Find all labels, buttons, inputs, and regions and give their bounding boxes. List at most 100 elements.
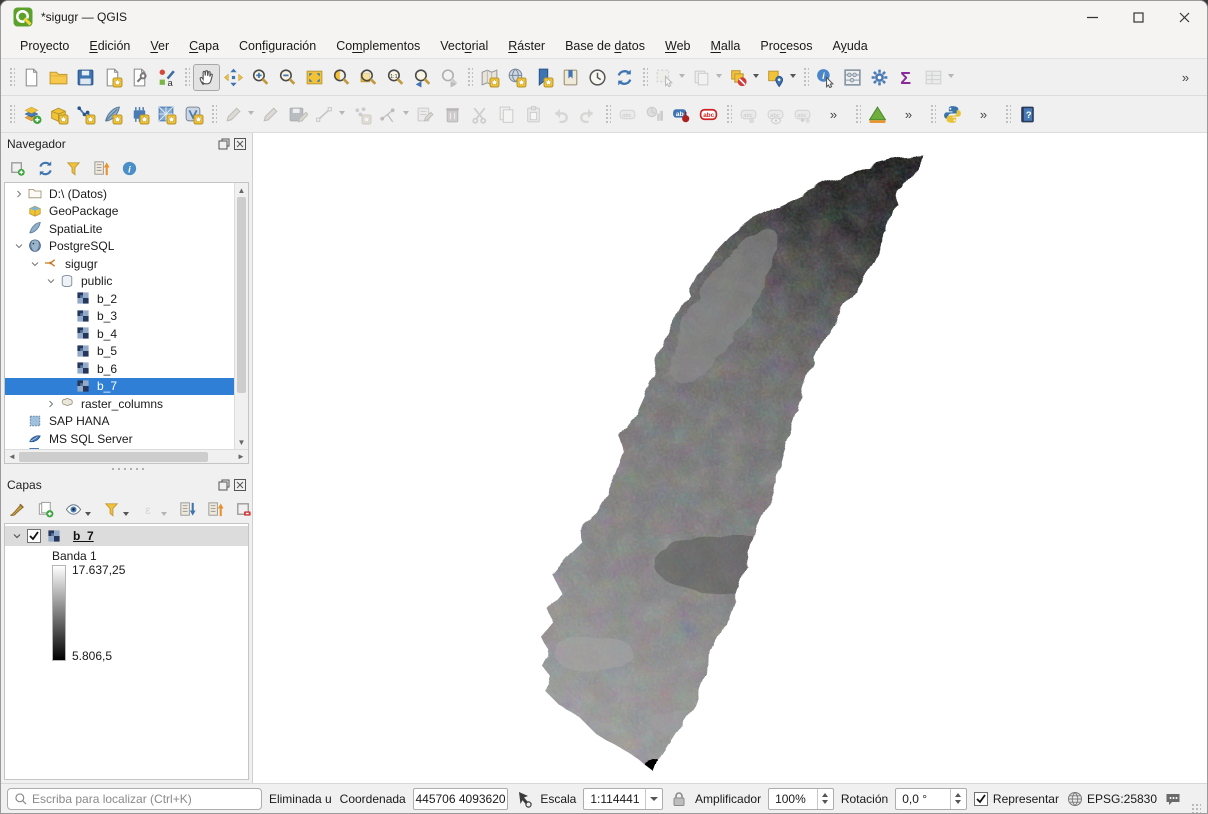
temporal-controller-button[interactable]	[584, 64, 611, 91]
toolbar-grip[interactable]	[1004, 103, 1011, 125]
tree-item-b-3[interactable]: b_3	[5, 308, 234, 326]
scale-combobox[interactable]: 1:114441	[583, 788, 663, 810]
layer-name[interactable]: b_7	[73, 529, 94, 543]
chevron-down-icon[interactable]	[339, 111, 345, 115]
deselect-all-button[interactable]	[725, 64, 752, 91]
new-shapefile-layer-button[interactable]	[72, 101, 99, 128]
dock-splitter[interactable]	[1, 464, 252, 474]
chevron-down-icon[interactable]	[403, 111, 409, 115]
tree-item-b-4[interactable]: b_4	[5, 325, 234, 343]
tree-expand-arrow[interactable]	[27, 256, 43, 272]
browser-vscrollbar[interactable]: ▲ ▼	[234, 183, 248, 449]
add-selected-layers-button[interactable]	[5, 157, 29, 181]
messages-icon[interactable]	[1164, 790, 1182, 808]
tree-item-sap-hana[interactable]: SAP HANA	[5, 413, 234, 431]
identify-features-button[interactable]: i	[812, 64, 839, 91]
chevron-down-icon[interactable]	[716, 74, 722, 78]
coordinate-field[interactable]: 445706 4093620	[413, 788, 509, 810]
tree-item-b-5[interactable]: b_5	[5, 343, 234, 361]
toolbar-grip[interactable]	[604, 103, 611, 125]
zoom-native-resolution-button[interactable]: 1:1	[382, 64, 409, 91]
menu-base-de-datos[interactable]: Base de datos	[556, 36, 654, 56]
layer-expand-arrow[interactable]	[9, 528, 25, 544]
chevron-down-icon[interactable]	[248, 111, 254, 115]
new-mesh-layer-button[interactable]	[153, 101, 180, 128]
menu-vectorial[interactable]: Vectorial	[431, 36, 497, 56]
toolbar-grip[interactable]	[210, 103, 217, 125]
layout-manager-button[interactable]	[126, 64, 153, 91]
tree-item-ms-sql-server[interactable]: MS SQL Server	[5, 430, 234, 448]
render-checkbox[interactable]: Representar	[974, 792, 1059, 806]
zoom-in-button[interactable]	[247, 64, 274, 91]
tree-item-sigugr[interactable]: sigugr	[5, 255, 234, 273]
open-project-button[interactable]	[45, 64, 72, 91]
tree-item-geopackage[interactable]: GeoPackage	[5, 203, 234, 221]
spin-buttons[interactable]	[817, 789, 833, 809]
grass-overflow[interactable]: »	[895, 101, 922, 128]
menu-ver[interactable]: Ver	[141, 36, 178, 56]
zoom-to-selection-button[interactable]	[328, 64, 355, 91]
label-toolbar-overflow[interactable]: »	[820, 101, 847, 128]
layer-labeling-single-button[interactable]: abc	[695, 101, 722, 128]
toolbar-grip[interactable]	[854, 103, 861, 125]
layer-labeling-button[interactable]: ab	[668, 101, 695, 128]
pan-map-button[interactable]	[193, 64, 220, 91]
chevron-down-icon[interactable]	[790, 74, 796, 78]
expand-all-button[interactable]	[175, 498, 199, 522]
new-geopackage-layer-button[interactable]	[45, 101, 72, 128]
zoom-to-layer-button[interactable]	[355, 64, 382, 91]
chevron-down-icon[interactable]	[753, 74, 759, 78]
close-panel-icon[interactable]	[234, 479, 246, 491]
lock-scale-icon[interactable]	[670, 790, 688, 808]
locator-searchbox[interactable]	[7, 788, 262, 810]
python-console-button[interactable]	[939, 101, 966, 128]
maximize-button[interactable]	[1115, 1, 1161, 33]
menu-r-ster[interactable]: Ráster	[499, 36, 554, 56]
menu-procesos[interactable]: Procesos	[751, 36, 821, 56]
new-spatial-bookmark-button[interactable]	[530, 64, 557, 91]
chevron-down-icon[interactable]	[161, 512, 167, 516]
tree-item-d-datos-[interactable]: D:\ (Datos)	[5, 185, 234, 203]
remove-layer-button[interactable]	[231, 498, 255, 522]
chevron-down-icon[interactable]	[85, 512, 91, 516]
map-canvas[interactable]	[253, 133, 1207, 783]
tree-expand-arrow[interactable]	[11, 186, 27, 202]
open-layer-styling-button[interactable]	[5, 498, 29, 522]
refresh-map-button[interactable]	[611, 64, 638, 91]
close-button[interactable]	[1161, 1, 1207, 33]
chevron-down-icon[interactable]	[645, 789, 662, 809]
chevron-down-icon[interactable]	[679, 74, 685, 78]
show-bookmarks-button[interactable]	[557, 64, 584, 91]
layer-visibility-checkbox[interactable]	[27, 529, 41, 543]
menu-proyecto[interactable]: Proyecto	[11, 36, 78, 56]
toolbar-grip[interactable]	[929, 103, 936, 125]
rotation-spinbox[interactable]: 0,0 °	[895, 788, 967, 810]
new-gpx-layer-button[interactable]	[180, 101, 207, 128]
style-manager-button[interactable]: a	[153, 64, 180, 91]
toolbar-grip[interactable]	[641, 66, 648, 88]
manage-map-themes-button[interactable]	[61, 498, 85, 522]
zoom-full-extent-button[interactable]	[301, 64, 328, 91]
menu-malla[interactable]: Malla	[701, 36, 749, 56]
menu-complementos[interactable]: Complementos	[327, 36, 429, 56]
layer-item-b7[interactable]: b_7	[5, 526, 248, 546]
filter-legend-button[interactable]	[99, 498, 123, 522]
processing-toolbox-button[interactable]	[866, 64, 893, 91]
new-spatialite-layer-button[interactable]	[99, 101, 126, 128]
toolbar-grip[interactable]	[8, 103, 15, 125]
tree-expand-arrow[interactable]	[43, 396, 59, 412]
tree-expand-arrow[interactable]	[11, 238, 27, 254]
toolbar-grip[interactable]	[725, 103, 732, 125]
tree-item-b-7[interactable]: b_7	[5, 378, 234, 396]
tree-item-b-2[interactable]: b_2	[5, 290, 234, 308]
zoom-last-button[interactable]	[409, 64, 436, 91]
tree-item-b-6[interactable]: b_6	[5, 360, 234, 378]
mouse-position-icon[interactable]	[515, 790, 533, 808]
menu-configuraci-n[interactable]: Configuración	[230, 36, 325, 56]
collapse-all-layers-button[interactable]	[203, 498, 227, 522]
save-project-button[interactable]	[72, 64, 99, 91]
collapse-all-button[interactable]	[89, 157, 113, 181]
tree-item-public[interactable]: public	[5, 273, 234, 291]
spin-buttons[interactable]	[950, 789, 966, 809]
show-statistics-button[interactable]: Σ	[893, 64, 920, 91]
